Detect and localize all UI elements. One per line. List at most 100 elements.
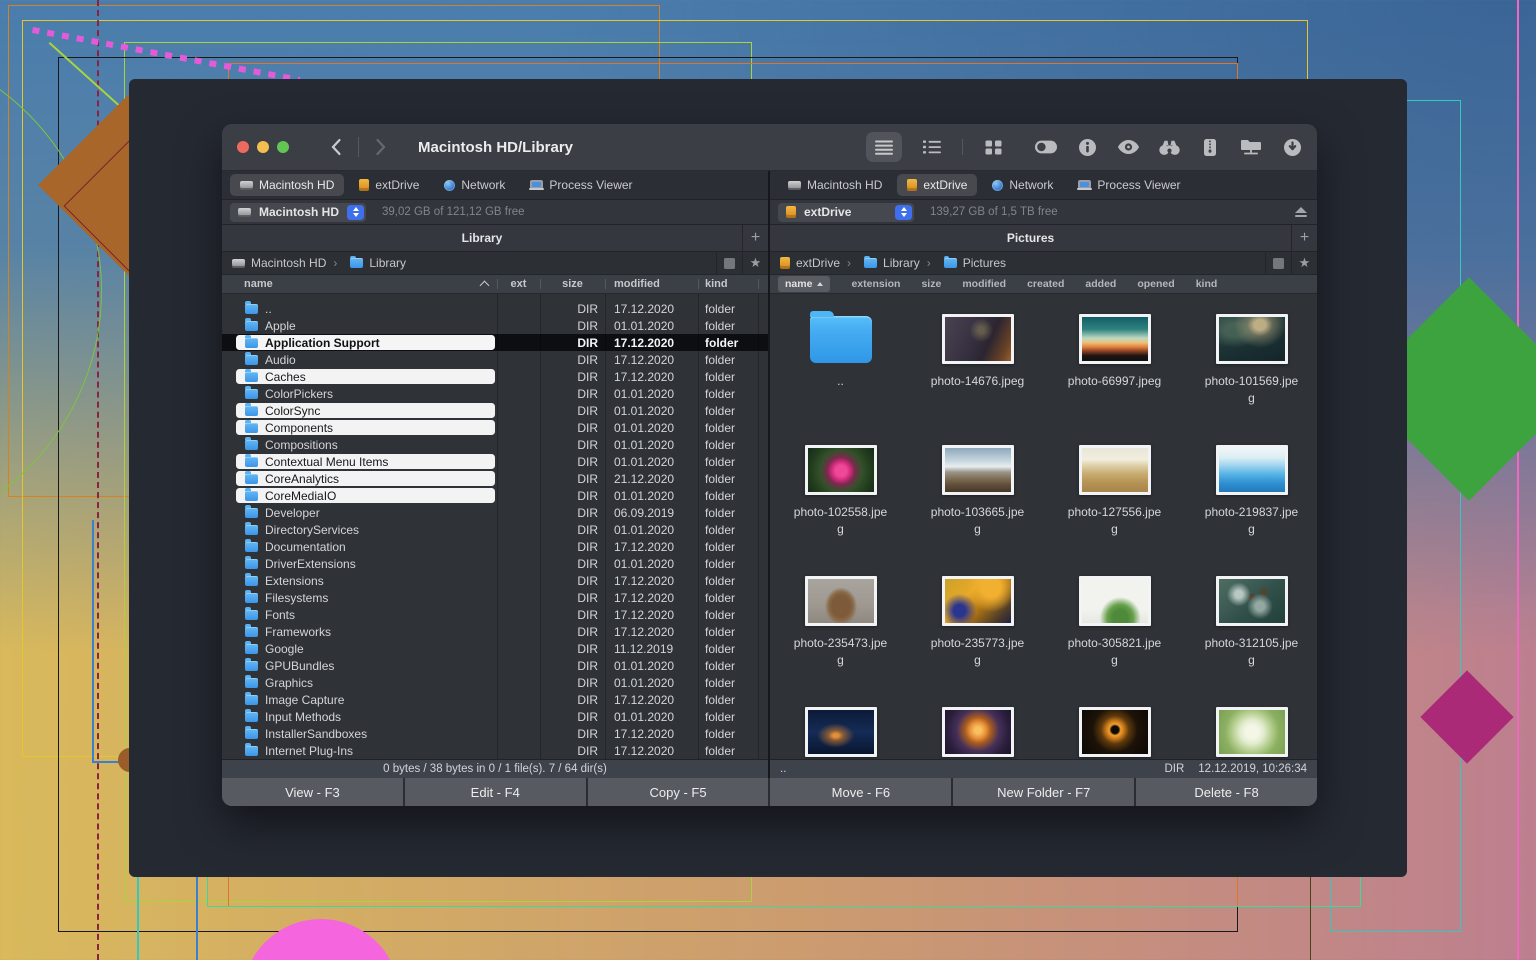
add-tab-button[interactable] — [1291, 225, 1317, 251]
fkey-button-view-f3[interactable]: View - F3 — [222, 778, 403, 806]
fkey-button-move-f6[interactable]: Move - F6 — [770, 778, 951, 806]
table-row[interactable]: ColorSyncDIR01.01.2020folder — [222, 402, 768, 419]
forward-icon[interactable] — [372, 138, 390, 156]
column-header-created[interactable]: created — [1027, 278, 1064, 290]
column-header-kind[interactable]: kind — [698, 275, 758, 293]
detail-view-icon[interactable] — [921, 132, 943, 162]
table-row[interactable]: FrameworksDIR17.12.2020folder — [222, 623, 768, 640]
table-row[interactable]: InstallerSandboxesDIR17.12.2020folder — [222, 725, 768, 742]
table-row[interactable]: CompositionsDIR01.01.2020folder — [222, 436, 768, 453]
table-row[interactable]: DirectoryServicesDIR01.01.2020folder — [222, 521, 768, 538]
favorites-button[interactable] — [1291, 252, 1317, 274]
favorites-button[interactable] — [742, 252, 768, 274]
table-row[interactable]: Contextual Menu ItemsDIR01.01.2020folder — [222, 453, 768, 470]
table-row[interactable]: AudioDIR17.12.2020folder — [222, 351, 768, 368]
list-view-icon[interactable] — [866, 132, 902, 162]
grid-item-photo[interactable]: photo-127556.jpeg — [1046, 433, 1183, 564]
tab-network[interactable]: Network — [982, 174, 1063, 196]
archive-zip-icon[interactable] — [1199, 132, 1221, 162]
grid-item-photo[interactable]: photo-66997.jpeg — [1046, 302, 1183, 433]
breadcrumb-item-extdrive[interactable]: extDrive — [780, 256, 840, 270]
right-folder-tab[interactable]: Pictures — [770, 225, 1291, 251]
table-row[interactable]: CoreMediaIODIR01.01.2020folder — [222, 487, 768, 504]
grid-item-photo[interactable]: photo-102558.jpeg — [772, 433, 909, 564]
table-row[interactable]: Application SupportDIR17.12.2020folder — [222, 334, 768, 351]
grid-item-photo[interactable]: photo-103665.jpeg — [909, 433, 1046, 564]
grid-item-photo[interactable]: photo-314860.jpeg — [772, 695, 909, 759]
panel-options-button[interactable] — [1265, 252, 1291, 274]
column-header-modified[interactable]: modified — [962, 278, 1006, 290]
eject-icon[interactable] — [1295, 207, 1307, 217]
left-folder-tab[interactable]: Library — [222, 225, 742, 251]
preview-eye-icon[interactable] — [1117, 132, 1139, 162]
back-icon[interactable] — [327, 138, 345, 156]
table-row[interactable]: DeveloperDIR06.09.2019folder — [222, 504, 768, 521]
fkey-button-edit-f4[interactable]: Edit - F4 — [405, 778, 586, 806]
table-row[interactable]: GraphicsDIR01.01.2020folder — [222, 674, 768, 691]
close-window-button[interactable] — [237, 141, 249, 153]
zoom-window-button[interactable] — [277, 141, 289, 153]
table-row[interactable]: GPUBundlesDIR01.01.2020folder — [222, 657, 768, 674]
fkey-button-new-folder-f7[interactable]: New Folder - F7 — [953, 778, 1134, 806]
table-row[interactable]: ColorPickersDIR01.01.2020folder — [222, 385, 768, 402]
tab-extdrive[interactable]: extDrive — [349, 174, 429, 196]
minimize-window-button[interactable] — [257, 141, 269, 153]
breadcrumb-item-library[interactable]: Library — [840, 256, 920, 270]
column-header-size[interactable]: size — [921, 278, 941, 290]
table-row[interactable]: Image CaptureDIR17.12.2020folder — [222, 691, 768, 708]
table-row[interactable]: FilesystemsDIR17.12.2020folder — [222, 589, 768, 606]
tab-extdrive[interactable]: extDrive — [897, 174, 977, 196]
grid-item-photo[interactable]: photo-327509.jpeg — [1046, 695, 1183, 759]
table-row[interactable]: Input MethodsDIR01.01.2020folder — [222, 708, 768, 725]
tab-network[interactable]: Network — [434, 174, 515, 196]
drive-stepper-icon[interactable] — [347, 205, 364, 220]
tab-process-viewer[interactable]: Process Viewer — [1068, 174, 1190, 196]
panel-options-button[interactable] — [716, 252, 742, 274]
left-drive-selector[interactable]: Macintosh HD — [230, 203, 366, 222]
tab-macintosh-hd[interactable]: Macintosh HD — [230, 174, 344, 196]
toggle-switch-icon[interactable] — [1035, 132, 1057, 162]
grid-item-photo[interactable]: photo-327438.jpeg — [909, 695, 1046, 759]
grid-item-photo[interactable]: photo-305821.jpeg — [1046, 564, 1183, 695]
tab-process-viewer[interactable]: Process Viewer — [520, 174, 642, 196]
tab-macintosh-hd[interactable]: Macintosh HD — [778, 174, 892, 196]
table-row[interactable]: FontsDIR17.12.2020folder — [222, 606, 768, 623]
column-header-ext[interactable]: ext — [497, 275, 540, 293]
grid-item-photo[interactable]: photo-383447.jpeg — [1183, 695, 1317, 759]
grid-item-photo[interactable]: photo-312105.jpeg — [1183, 564, 1317, 695]
grid-item-photo[interactable]: photo-235473.jpeg — [772, 564, 909, 695]
search-binoculars-icon[interactable] — [1158, 132, 1180, 162]
table-row[interactable]: ComponentsDIR01.01.2020folder — [222, 419, 768, 436]
grid-view-icon[interactable] — [982, 132, 1004, 162]
right-drive-selector[interactable]: extDrive — [778, 203, 914, 222]
breadcrumb-item-library[interactable]: Library — [326, 256, 406, 270]
table-row[interactable]: DocumentationDIR17.12.2020folder — [222, 538, 768, 555]
table-row[interactable]: Internet Plug-InsDIR17.12.2020folder — [222, 742, 768, 759]
table-row[interactable]: DriverExtensionsDIR01.01.2020folder — [222, 555, 768, 572]
column-header-kind[interactable]: kind — [1196, 278, 1218, 290]
network-folder-icon[interactable] — [1240, 132, 1262, 162]
table-row[interactable]: CoreAnalyticsDIR21.12.2020folder — [222, 470, 768, 487]
column-header-added[interactable]: added — [1085, 278, 1116, 290]
breadcrumb-item-pictures[interactable]: Pictures — [920, 256, 1006, 270]
download-icon[interactable] — [1281, 132, 1303, 162]
grid-item-photo[interactable]: photo-219837.jpeg — [1183, 433, 1317, 564]
grid-item-photo[interactable]: photo-14676.jpeg — [909, 302, 1046, 433]
table-row[interactable]: ..DIR17.12.2020folder — [222, 300, 768, 317]
column-header-modified[interactable]: modified — [605, 275, 698, 293]
column-header-name[interactable]: name — [778, 276, 830, 292]
column-header-extension[interactable]: extension — [851, 278, 900, 290]
fkey-button-copy-f5[interactable]: Copy - F5 — [588, 778, 769, 806]
table-row[interactable]: GoogleDIR11.12.2019folder — [222, 640, 768, 657]
table-row[interactable]: AppleDIR01.01.2020folder — [222, 317, 768, 334]
grid-item-photo[interactable]: photo-235773.jpeg — [909, 564, 1046, 695]
fkey-button-delete-f8[interactable]: Delete - F8 — [1136, 778, 1317, 806]
breadcrumb-item-macintosh-hd[interactable]: Macintosh HD — [232, 256, 326, 270]
table-row[interactable]: ExtensionsDIR17.12.2020folder — [222, 572, 768, 589]
info-icon[interactable] — [1076, 132, 1098, 162]
column-header-opened[interactable]: opened — [1137, 278, 1174, 290]
grid-item-photo[interactable]: photo-101569.jpeg — [1183, 302, 1317, 433]
drive-stepper-icon[interactable] — [895, 205, 912, 220]
add-tab-button[interactable] — [742, 225, 768, 251]
grid-item-parent-folder[interactable]: .. — [772, 302, 909, 433]
